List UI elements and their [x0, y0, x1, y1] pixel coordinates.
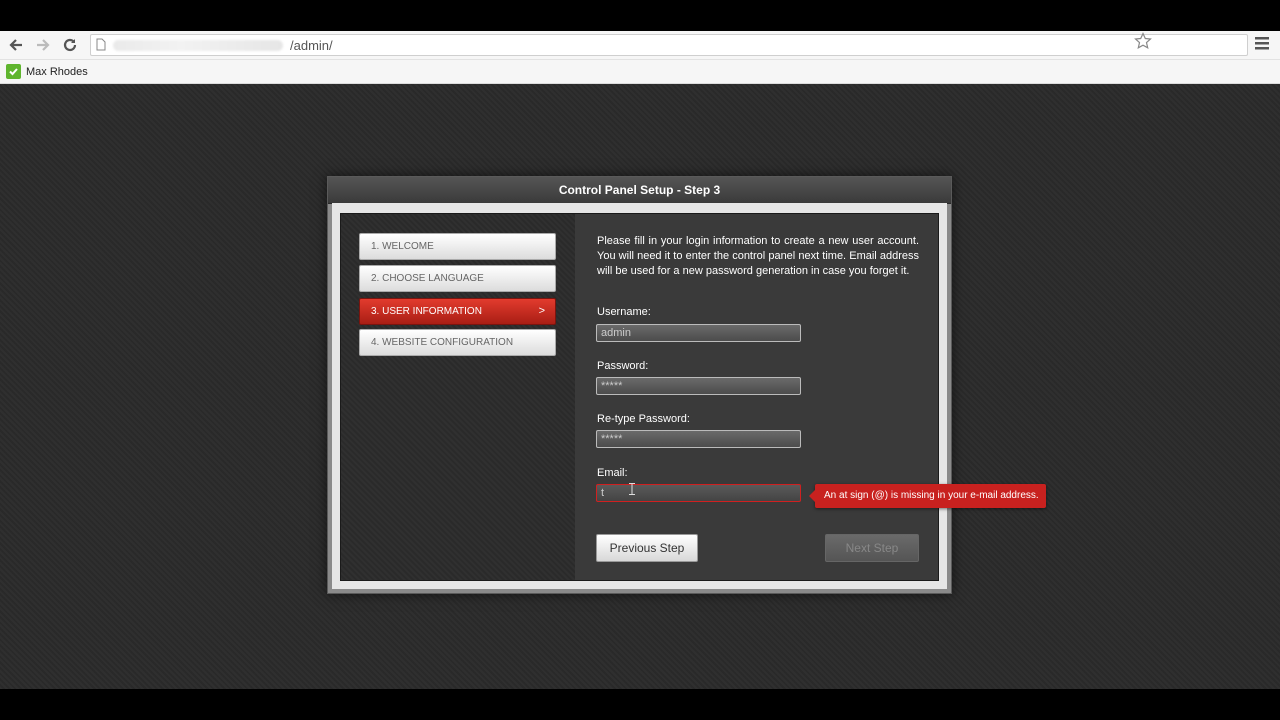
- page-icon: [96, 38, 106, 56]
- bookmarks-bar: Max Rhodes: [0, 60, 1280, 84]
- email-error-tooltip: An at sign (@) is missing in your e-mail…: [809, 484, 1046, 508]
- username-label: Username:: [597, 306, 651, 318]
- page: Control Panel Setup - Step 3 1. WELCOME …: [0, 84, 1280, 689]
- retype-password-label: Re-type Password:: [597, 413, 690, 425]
- bookmark-favicon-icon: [6, 64, 21, 79]
- menu-icon[interactable]: [1255, 37, 1269, 55]
- panel-header: Control Panel Setup - Step 3: [328, 177, 951, 204]
- step-welcome[interactable]: 1. WELCOME: [359, 233, 556, 260]
- letterbox-bottom: [0, 689, 1280, 720]
- forward-icon[interactable]: [33, 35, 53, 55]
- letterbox-top: [0, 0, 1280, 31]
- intro-text: Please fill in your login information to…: [597, 235, 919, 277]
- panel-title: Control Panel Setup - Step 3: [558, 183, 721, 197]
- step-choose-language[interactable]: 2. CHOOSE LANGUAGE: [359, 265, 556, 292]
- bookmark-item[interactable]: Max Rhodes: [6, 64, 88, 79]
- step-label: 4. WEBSITE CONFIGURATION: [371, 337, 514, 348]
- previous-step-button[interactable]: Previous Step: [596, 534, 698, 562]
- step-label: 3. USER INFORMATION: [371, 306, 482, 317]
- step-user-information[interactable]: 3. USER INFORMATION >: [359, 298, 556, 325]
- password-input[interactable]: [596, 377, 801, 395]
- chevron-right-icon: >: [538, 305, 545, 317]
- tooltip-arrow: [809, 490, 815, 502]
- next-step-button[interactable]: Next Step: [825, 534, 919, 562]
- step-website-configuration[interactable]: 4. WEBSITE CONFIGURATION: [359, 329, 556, 356]
- email-label: Email:: [597, 467, 628, 479]
- steps-sidebar: 1. WELCOME 2. CHOOSE LANGUAGE 3. USER IN…: [341, 214, 575, 580]
- username-input[interactable]: [596, 324, 801, 342]
- setup-panel: Control Panel Setup - Step 3 1. WELCOME …: [327, 176, 952, 594]
- panel-inner: 1. WELCOME 2. CHOOSE LANGUAGE 3. USER IN…: [340, 213, 939, 581]
- error-message: An at sign (@) is missing in your e-mail…: [824, 490, 1039, 501]
- form-content: Please fill in your login information to…: [575, 214, 938, 580]
- address-bar[interactable]: /admin/: [90, 34, 1248, 56]
- browser-toolbar: /admin/: [0, 31, 1280, 60]
- url-host-blurred: [113, 40, 283, 51]
- back-icon[interactable]: [6, 35, 26, 55]
- panel-frame: 1. WELCOME 2. CHOOSE LANGUAGE 3. USER IN…: [332, 203, 947, 589]
- reload-icon[interactable]: [60, 35, 80, 55]
- bookmark-star-icon[interactable]: [1134, 32, 1152, 55]
- password-label: Password:: [597, 360, 649, 372]
- step-label: 1. WELCOME: [371, 241, 434, 252]
- retype-password-input[interactable]: [596, 430, 801, 448]
- email-input[interactable]: [596, 484, 801, 502]
- bookmark-label: Max Rhodes: [26, 65, 88, 78]
- text-cursor-icon: [629, 482, 635, 500]
- step-label: 2. CHOOSE LANGUAGE: [371, 273, 484, 284]
- url-path: /admin/: [290, 38, 333, 53]
